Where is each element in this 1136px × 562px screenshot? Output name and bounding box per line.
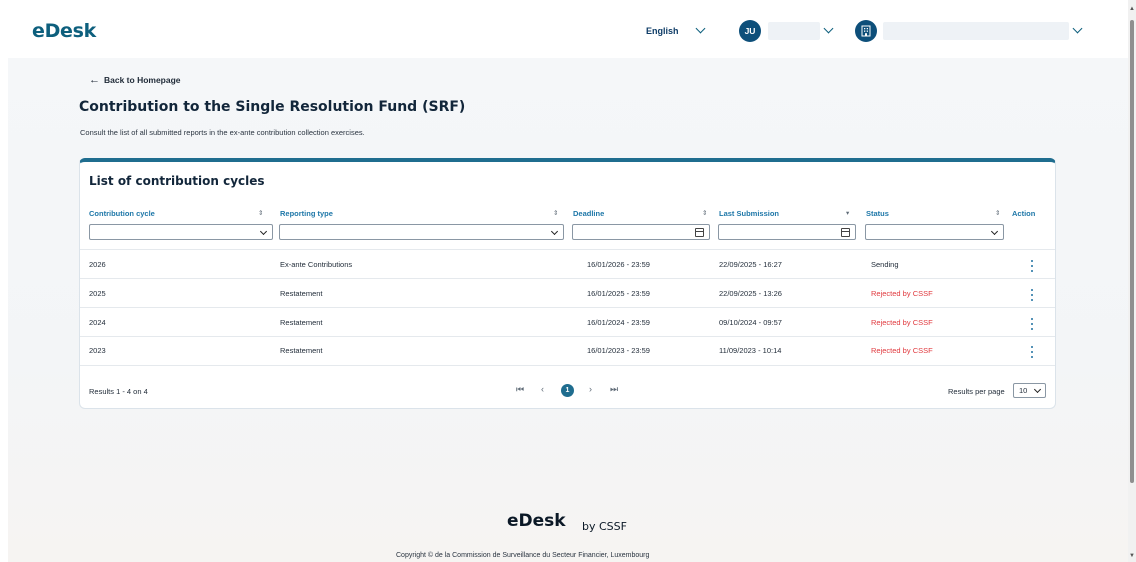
results-per-page-label: Results per page (948, 387, 1005, 396)
first-page-icon[interactable]: ⏮ (516, 384, 524, 395)
cell-status: Rejected by CSSF (871, 346, 933, 355)
filter-last-submission-date[interactable] (718, 224, 856, 240)
cell-deadline: 16/01/2023 - 23:59 (587, 346, 650, 355)
sort-icon[interactable]: ⇕ (553, 209, 558, 217)
arrow-left-icon: ← (89, 74, 100, 86)
cell-reporting-type: Restatement (280, 289, 323, 298)
sort-icon[interactable]: ⇕ (995, 209, 1000, 217)
cell-reporting-type: Restatement (280, 346, 323, 355)
scroll-down-icon[interactable]: ▼ (1129, 553, 1135, 559)
cell-cycle: 2025 (89, 289, 106, 298)
row-divider (80, 249, 1055, 250)
footer-logo: eDesk (507, 511, 566, 531)
sort-icon[interactable]: ⇕ (702, 209, 707, 217)
cell-deadline: 16/01/2025 - 23:59 (587, 289, 650, 298)
cell-reporting-type: Ex-ante Contributions (280, 260, 353, 269)
row-divider (80, 336, 1055, 337)
page-number-current[interactable]: 1 (561, 384, 574, 397)
building-icon[interactable] (855, 20, 877, 42)
row-divider (80, 365, 1055, 366)
calendar-icon[interactable] (695, 228, 704, 237)
column-header-contribution-cycle[interactable]: Contribution cycle (89, 209, 155, 218)
language-chevron-down-icon[interactable] (695, 23, 706, 34)
page-title: Contribution to the Single Resolution Fu… (79, 99, 466, 115)
user-menu-chevron-down-icon[interactable] (823, 23, 834, 34)
chevron-down-icon (990, 227, 999, 236)
organisation-name[interactable] (883, 22, 1069, 40)
cell-deadline: 16/01/2024 - 23:59 (587, 318, 650, 327)
page-subtitle: Consult the list of all submitted report… (80, 128, 365, 137)
scrollbar-thumb[interactable] (1130, 20, 1134, 483)
cell-last-submission: 11/09/2023 - 10:14 (719, 346, 782, 355)
filter-reporting-type-select[interactable] (279, 224, 564, 240)
column-header-status[interactable]: Status (866, 209, 889, 218)
column-header-deadline[interactable]: Deadline (573, 209, 604, 218)
footer-copyright: Copyright © de la Commission de Surveill… (396, 552, 650, 559)
row-actions-kebab-icon[interactable] (1027, 346, 1037, 358)
cell-cycle: 2026 (89, 260, 106, 269)
app-logo[interactable]: eDesk (32, 20, 96, 42)
org-menu-chevron-down-icon[interactable] (1072, 23, 1083, 34)
filter-status-select[interactable] (865, 224, 1004, 240)
previous-page-icon[interactable]: ‹ (541, 384, 544, 394)
chevron-down-icon (550, 227, 559, 236)
chevron-down-icon (259, 227, 268, 236)
cell-last-submission: 09/10/2024 - 09:57 (719, 318, 782, 327)
cell-last-submission: 22/09/2025 - 13:26 (719, 289, 782, 298)
cell-status: Rejected by CSSF (871, 318, 933, 327)
user-avatar[interactable]: JU (739, 20, 761, 42)
language-selector[interactable]: English (646, 26, 679, 36)
user-name[interactable] (768, 22, 820, 40)
top-header: eDesk English JU (0, 0, 1128, 58)
filter-contribution-cycle-select[interactable] (89, 224, 273, 240)
scroll-up-icon[interactable]: ▲ (1129, 6, 1135, 12)
row-actions-kebab-icon[interactable] (1027, 318, 1037, 330)
cell-cycle: 2023 (89, 346, 106, 355)
row-actions-kebab-icon[interactable] (1027, 289, 1037, 301)
row-divider (80, 278, 1055, 279)
cell-status: Rejected by CSSF (871, 289, 933, 298)
contribution-cycles-card (79, 158, 1056, 409)
row-divider (80, 307, 1055, 308)
cell-cycle: 2024 (89, 318, 106, 327)
calendar-icon[interactable] (841, 228, 850, 237)
chevron-down-icon (1033, 385, 1042, 394)
next-page-icon[interactable]: › (589, 384, 592, 394)
cell-reporting-type: Restatement (280, 318, 323, 327)
card-title: List of contribution cycles (89, 174, 265, 188)
results-per-page-select[interactable]: 10 (1013, 383, 1046, 398)
column-header-reporting-type[interactable]: Reporting type (280, 209, 333, 218)
back-to-homepage-link[interactable]: ← Back to Homepage (89, 74, 181, 86)
column-header-action: Action (1012, 209, 1036, 218)
filter-deadline-date[interactable] (572, 224, 710, 240)
last-page-icon[interactable]: ⏭ (610, 384, 618, 395)
cell-status: Sending (871, 260, 899, 269)
cell-last-submission: 22/09/2025 - 16:27 (719, 260, 782, 269)
footer-by-cssf: by CSSF (582, 520, 627, 533)
row-actions-kebab-icon[interactable] (1027, 260, 1037, 272)
column-header-last-submission[interactable]: Last Submission (719, 209, 779, 218)
results-count: Results 1 - 4 on 4 (89, 387, 148, 396)
sort-icon[interactable]: ⇕ (258, 209, 263, 217)
cell-deadline: 16/01/2026 - 23:59 (587, 260, 650, 269)
sort-desc-icon[interactable]: ▾ (846, 209, 849, 217)
